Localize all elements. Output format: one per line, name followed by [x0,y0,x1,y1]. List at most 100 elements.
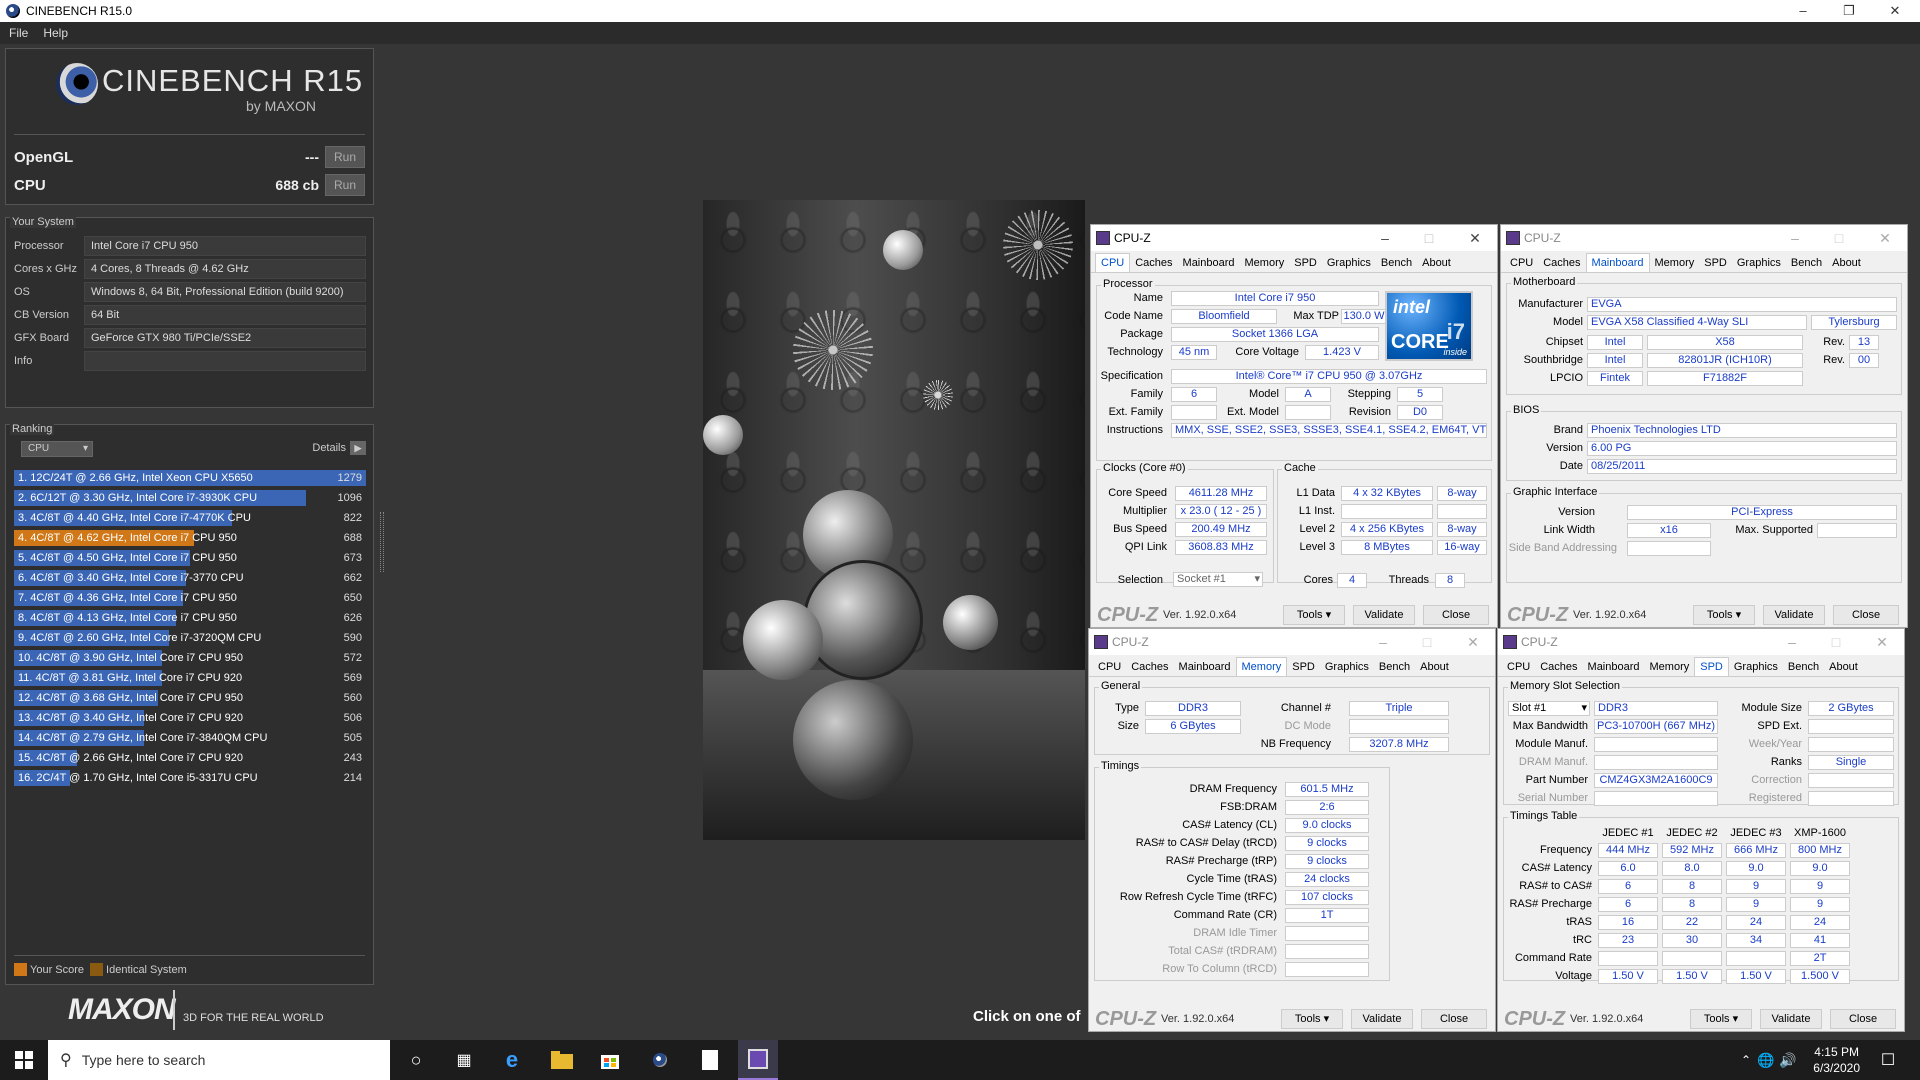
ranking-row[interactable]: 16. 2C/4T @ 1.70 GHz, Intel Core i5-3317… [14,768,366,788]
close-button[interactable]: Close [1833,605,1899,625]
ranking-row[interactable]: 12. 4C/8T @ 3.68 GHz, Intel Core i7 CPU … [14,688,366,708]
tab-caches[interactable]: Caches [1538,254,1585,272]
ranking-row[interactable]: 11. 4C/8T @ 3.81 GHz, Intel Core i7 CPU … [14,668,366,688]
ranking-entry-score: 214 [343,772,362,784]
ranking-row[interactable]: 9. 4C/8T @ 2.60 GHz, Intel Core i7-3720Q… [14,628,366,648]
tab-cpu[interactable]: CPU [1502,658,1535,676]
tools-button[interactable]: Tools ▾ [1693,605,1755,625]
restore-icon[interactable]: ❐ [1826,0,1872,22]
validate-button[interactable]: Validate [1760,1009,1822,1029]
tab-about[interactable]: About [1415,658,1454,676]
opengl-run-button[interactable]: Run [325,146,365,168]
minimize-icon[interactable]: – [1780,0,1826,22]
tab-bench[interactable]: Bench [1783,658,1824,676]
tab-bench[interactable]: Bench [1786,254,1827,272]
cpuz-taskbar-icon[interactable] [738,1040,778,1080]
ranking-row[interactable]: 6. 4C/8T @ 3.40 GHz, Intel Core i7-3770 … [14,568,366,588]
minimize-icon[interactable]: – [1363,225,1407,251]
tab-mainboard[interactable]: Mainboard [1583,658,1645,676]
splitter-handle[interactable] [380,512,384,572]
file-explorer-icon[interactable] [550,1048,574,1072]
ranking-row[interactable]: 13. 4C/8T @ 3.40 GHz, Intel Core i7 CPU … [14,708,366,728]
memory-slot-select[interactable]: Slot #1 ▾ [1508,701,1590,716]
taskbar-search-input[interactable]: ⚲ Type here to search [48,1040,390,1080]
value-dram-manuf [1594,755,1718,770]
tab-about[interactable]: About [1824,658,1863,676]
tab-graphics[interactable]: Graphics [1320,658,1374,676]
tab-mainboard[interactable]: Mainboard [1585,253,1650,272]
close-button[interactable]: Close [1830,1009,1896,1029]
menu-file[interactable]: File [9,26,28,40]
ranking-row[interactable]: 5. 4C/8T @ 4.50 GHz, Intel Core i7 CPU 9… [14,548,366,568]
socket-select[interactable]: Socket #1 ▾ [1173,572,1263,587]
value-side-band [1627,541,1711,556]
details-button[interactable]: Details ▶ [312,441,366,455]
network-icon[interactable]: 🌐 [1754,1048,1778,1072]
minimize-icon[interactable]: – [1773,225,1817,251]
value-manufacturer: EVGA [1587,297,1897,312]
tab-about[interactable]: About [1827,254,1866,272]
validate-button[interactable]: Validate [1353,605,1415,625]
ranking-row[interactable]: 10. 4C/8T @ 3.90 GHz, Intel Core i7 CPU … [14,648,366,668]
tab-spd[interactable]: SPD [1289,254,1322,272]
ranking-row[interactable]: 3. 4C/8T @ 4.40 GHz, Intel Core i7-4770K… [14,508,366,528]
tab-cpu[interactable]: CPU [1095,253,1131,272]
tab-bench[interactable]: Bench [1374,658,1415,676]
value-spd-ext [1808,719,1894,734]
system-value-info[interactable] [84,351,366,371]
tab-graphics[interactable]: Graphics [1322,254,1376,272]
ranking-row[interactable]: 4. 4C/8T @ 4.62 GHz, Intel Core i7 CPU 9… [14,528,366,548]
cinebench-taskbar-icon[interactable] [648,1048,672,1072]
ranking-row[interactable]: 15. 4C/8T @ 2.66 GHz, Intel Core i7 CPU … [14,748,366,768]
close-icon[interactable]: ✕ [1863,225,1907,251]
tab-memory[interactable]: Memory [1235,657,1288,676]
tools-button[interactable]: Tools ▾ [1281,1009,1343,1029]
tab-spd[interactable]: SPD [1699,254,1732,272]
ranking-row[interactable]: 1. 12C/24T @ 2.66 GHz, Intel Xeon CPU X5… [14,468,366,488]
tab-cpu[interactable]: CPU [1505,254,1538,272]
tab-spd[interactable]: SPD [1287,658,1320,676]
cpu-run-button[interactable]: Run [325,174,365,196]
tab-mainboard[interactable]: Mainboard [1178,254,1240,272]
close-button[interactable]: Close [1421,1009,1487,1029]
validate-button[interactable]: Validate [1763,605,1825,625]
close-icon[interactable]: ✕ [1872,0,1918,22]
minimize-icon[interactable]: – [1361,629,1405,655]
close-icon[interactable]: ✕ [1860,629,1904,655]
tab-spd[interactable]: SPD [1694,657,1729,676]
ranking-row[interactable]: 7. 4C/8T @ 4.36 GHz, Intel Core i7 CPU 9… [14,588,366,608]
minimize-icon[interactable]: – [1770,629,1814,655]
store-icon[interactable] [598,1048,622,1072]
windows-start-icon[interactable] [12,1048,36,1072]
close-icon[interactable]: ✕ [1451,629,1495,655]
close-button[interactable]: Close [1423,605,1489,625]
ranking-row[interactable]: 8. 4C/8T @ 4.13 GHz, Intel Core i7 CPU 9… [14,608,366,628]
tab-bench[interactable]: Bench [1376,254,1417,272]
tab-caches[interactable]: Caches [1130,254,1177,272]
tab-mainboard[interactable]: Mainboard [1174,658,1236,676]
clock[interactable]: 4:15 PM 6/3/2020 [1813,1044,1860,1076]
tab-caches[interactable]: Caches [1126,658,1173,676]
tools-button[interactable]: Tools ▾ [1283,605,1345,625]
edge-icon[interactable]: e [500,1047,524,1072]
tab-about[interactable]: About [1417,254,1456,272]
cortana-icon[interactable]: ○ [404,1048,428,1072]
notification-icon[interactable]: ☐ [1876,1048,1900,1072]
tab-cpu[interactable]: CPU [1093,658,1126,676]
task-view-icon[interactable]: ▦ [452,1048,476,1072]
ranking-select[interactable]: CPU ▾ [21,441,93,457]
tab-memory[interactable]: Memory [1240,254,1290,272]
tools-button[interactable]: Tools ▾ [1690,1009,1752,1029]
validate-button[interactable]: Validate [1351,1009,1413,1029]
tab-memory[interactable]: Memory [1645,658,1695,676]
tab-graphics[interactable]: Graphics [1732,254,1786,272]
tab-caches[interactable]: Caches [1535,658,1582,676]
close-icon[interactable]: ✕ [1453,225,1497,251]
volume-icon[interactable]: 🔊 [1776,1048,1800,1072]
menu-help[interactable]: Help [43,26,68,40]
ranking-row[interactable]: 2. 6C/12T @ 3.30 GHz, Intel Core i7-3930… [14,488,366,508]
tab-memory[interactable]: Memory [1650,254,1700,272]
document-icon[interactable] [698,1048,722,1072]
ranking-row[interactable]: 14. 4C/8T @ 2.79 GHz, Intel Core i7-3840… [14,728,366,748]
tab-graphics[interactable]: Graphics [1729,658,1783,676]
